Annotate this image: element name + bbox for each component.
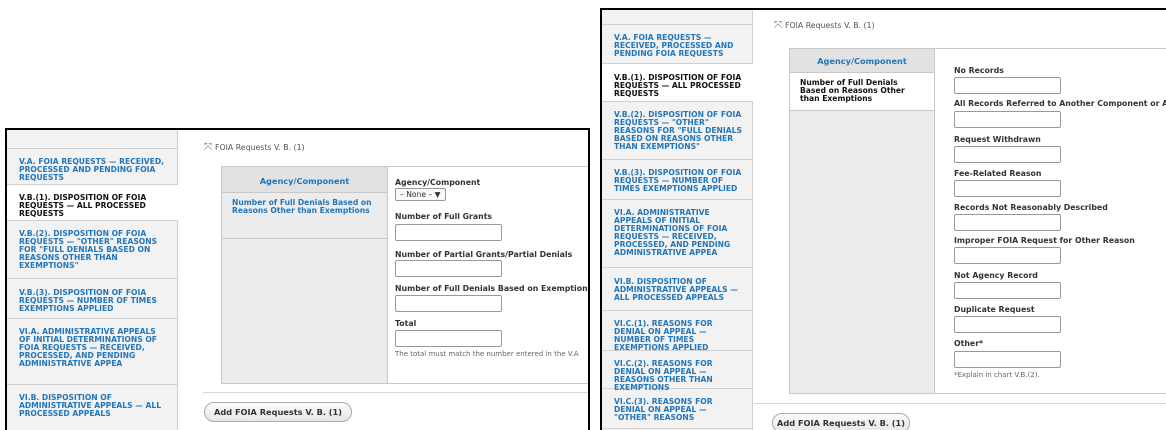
withdrawn-label: Request Withdrawn [954,135,1041,144]
agency-label: Agency/Component [395,178,481,187]
divider [754,403,1166,404]
total-label: Total [395,319,417,328]
total-description: The total must match the number entered … [395,350,579,358]
no-records-label: No Records [954,66,1004,75]
fee-input[interactable] [954,180,1061,197]
fee-label: Fee-Related Reason [954,169,1042,178]
agency-select[interactable]: – None – ▼ [395,188,446,201]
duplicate-label: Duplicate Request [954,305,1035,314]
left-screenshot: V.A. FOIA REQUESTS — RECEIVED, PROCESSED… [5,128,590,430]
vtab-vb1[interactable]: V.B.(1). DISPOSITION OF FOIA REQUESTS — … [7,185,178,221]
full-denials-input[interactable] [395,295,502,312]
improper-label: Improper FOIA Request for Other Reason [954,236,1135,245]
vtab-va[interactable]: V.A. FOIA REQUESTS — RECEIVED, PROCESSED… [602,25,752,64]
other-description: *Explain in chart V.B.(2). [954,371,1040,379]
full-grants-input[interactable] [395,224,502,241]
not-described-input[interactable] [954,214,1061,231]
improper-input[interactable] [954,247,1061,264]
inner-tabs-list: Agency/Component Number of Full Denials … [222,167,388,383]
other-input[interactable] [954,351,1061,368]
right-screenshot: V.A. FOIA REQUESTS — RECEIVED, PROCESSED… [600,8,1166,430]
vtab-vic2[interactable]: VI.C.(2). REASONS FOR DENIAL ON APPEAL —… [602,351,752,392]
vtab-vib[interactable]: VI.B. DISPOSITION OF ADMINISTRATIVE APPE… [602,268,752,311]
move-icon[interactable]: ⤧ [204,142,212,153]
inner-tab-full-denials[interactable]: Number of Full Denials Based on Reasons … [222,193,387,239]
partial-grants-label: Number of Partial Grants/Partial Denials [395,250,573,259]
total-input[interactable] [395,330,502,347]
referred-label: All Records Referred to Another Componen… [954,99,1166,108]
vtab-vb2[interactable]: V.B.(2). DISPOSITION OF FOIA REQUESTS — … [602,102,752,160]
inner-vertical-tabs: Agency/Component Number of Full Denials … [789,48,1166,394]
inner-tabs-list: Agency/Component Number of Full Denials … [790,49,935,393]
vertical-tabs: V.A. FOIA REQUESTS — RECEIVED, PROCESSED… [602,10,753,430]
divider [203,392,588,393]
move-icon[interactable]: ⤧ [774,20,782,31]
full-denials-label: Number of Full Denials Based on Exemptio… [395,284,590,293]
add-foia-button[interactable]: Add FOIA Requests V. B. (1) [772,413,910,430]
vtab-vb2[interactable]: V.B.(2). DISPOSITION OF FOIA REQUESTS — … [7,221,177,279]
add-foia-button[interactable]: Add FOIA Requests V. B. (1) [204,402,352,422]
inner-vertical-tabs: Agency/Component Number of Full Denials … [221,166,590,384]
withdrawn-input[interactable] [954,146,1061,163]
vtab-vb1[interactable]: V.B.(1). DISPOSITION OF FOIA REQUESTS — … [602,64,753,102]
inner-tab-full-denials[interactable]: Number of Full Denials Based on Reasons … [790,73,934,111]
full-grants-label: Number of Full Grants [395,212,493,221]
inner-tab-agency[interactable]: Agency/Component [790,49,934,73]
other-label: Other* [954,339,984,348]
fieldset-label: ⤧ FOIA Requests V. B. (1) [774,20,875,31]
partial-grants-input[interactable] [395,260,502,277]
fieldset-label: ⤧ FOIA Requests V. B. (1) [204,142,305,153]
vtab-va[interactable]: V.A. FOIA REQUESTS — RECEIVED, PROCESSED… [7,149,177,185]
not-agency-label: Not Agency Record [954,271,1038,280]
not-agency-input[interactable] [954,282,1061,299]
vtab-via[interactable]: VI.A. ADMINISTRATIVE APPEALS OF INITIAL … [602,200,752,268]
vtab-vb3[interactable]: V.B.(3). DISPOSITION OF FOIA REQUESTS — … [602,160,752,200]
not-described-label: Records Not Reasonably Described [954,203,1108,212]
vertical-tabs: V.A. FOIA REQUESTS — RECEIVED, PROCESSED… [7,130,178,430]
duplicate-input[interactable] [954,316,1061,333]
vtab-vb3[interactable]: V.B.(3). DISPOSITION OF FOIA REQUESTS — … [7,279,177,319]
vtab-via[interactable]: VI.A. ADMINISTRATIVE APPEALS OF INITIAL … [7,319,177,385]
vtab-vic1[interactable]: VI.C.(1). REASONS FOR DENIAL ON APPEAL —… [602,311,752,352]
vtab-vib[interactable]: VI.B. DISPOSITION OF ADMINISTRATIVE APPE… [7,385,177,430]
vtab-vic3[interactable]: VI.C.(3). REASONS FOR DENIAL ON APPEAL —… [602,389,752,429]
no-records-input[interactable] [954,77,1061,94]
referred-input[interactable] [954,111,1061,128]
inner-tab-agency[interactable]: Agency/Component [222,167,387,193]
